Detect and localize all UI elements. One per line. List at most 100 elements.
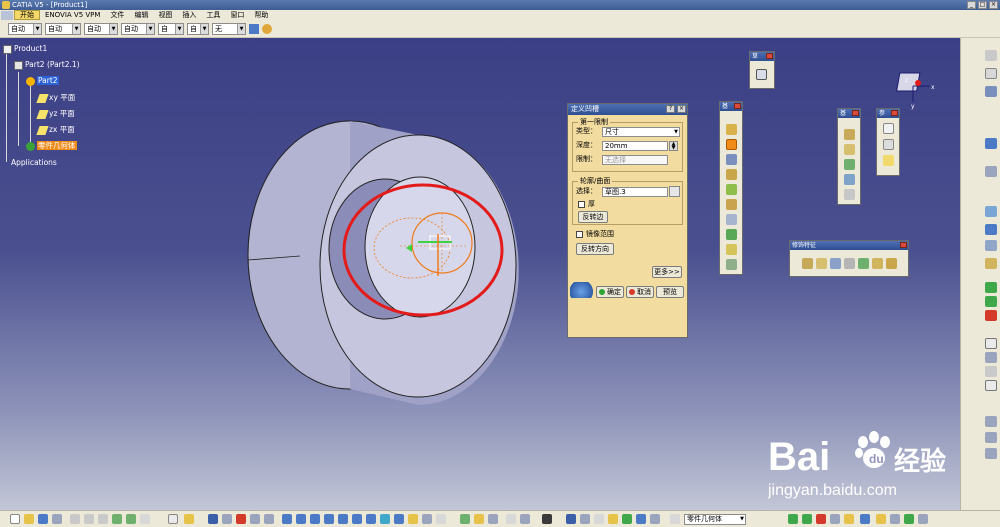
cancel-button[interactable]: 取消 [626, 286, 654, 298]
line-type-combo[interactable]: 自动 ▼ [121, 22, 155, 35]
close-icon[interactable] [734, 103, 741, 109]
chamfer-icon[interactable] [816, 258, 827, 269]
render-style-icon[interactable] [394, 514, 404, 524]
print-icon[interactable] [52, 514, 62, 524]
groove-icon[interactable] [726, 169, 737, 180]
catalog-icon[interactable] [985, 352, 997, 363]
copy-paste-icon[interactable] [566, 514, 576, 524]
mirrored-extent-checkbox[interactable] [576, 231, 583, 238]
menu-help[interactable]: 帮助 [249, 10, 273, 20]
define-work-object-icon[interactable] [650, 514, 660, 524]
symmetry-icon[interactable] [844, 159, 855, 170]
measure-icon[interactable] [985, 166, 997, 177]
minimize-button[interactable]: _ [967, 1, 976, 9]
tree-node-applications[interactable]: Applications [11, 158, 57, 168]
annotations-icon[interactable] [918, 514, 928, 524]
fly-mode-icon[interactable] [282, 514, 292, 524]
mirror-icon[interactable] [844, 174, 855, 185]
remove-loft-icon[interactable] [726, 259, 737, 270]
table-icon[interactable] [985, 380, 997, 391]
visualization-icon[interactable] [594, 514, 604, 524]
menu-window[interactable]: 窗口 [225, 10, 249, 20]
3d-viewport[interactable]: z y x Product1 Part2 (Part2.1) Part2 xy … [0, 38, 960, 510]
ordered-set-icon[interactable] [816, 514, 826, 524]
close-button[interactable]: × [989, 1, 998, 9]
assemble-icon[interactable] [985, 296, 997, 307]
view-icon[interactable] [985, 86, 997, 97]
pad-icon[interactable] [726, 124, 737, 135]
redo-icon[interactable] [126, 514, 136, 524]
tree-expand-icon[interactable] [222, 514, 232, 524]
work-support-icon[interactable] [264, 514, 274, 524]
shaft-icon[interactable] [726, 154, 737, 165]
formula-fx-icon[interactable] [168, 514, 178, 524]
swap-visible-icon[interactable] [422, 514, 432, 524]
graphic-properties-icon[interactable] [262, 23, 272, 34]
hide-show-icon[interactable] [408, 514, 418, 524]
view-cube-icon[interactable] [380, 514, 390, 524]
geometrical-set-icon[interactable] [802, 514, 812, 524]
current-body-combo[interactable]: 零件几何体 ▼ [684, 514, 746, 525]
scan-icon[interactable] [636, 514, 646, 524]
new-icon[interactable] [10, 514, 20, 524]
boolean-icon[interactable] [985, 282, 997, 293]
depth-input[interactable]: 20mm [602, 141, 668, 151]
transparency-combo[interactable]: 自动 ▼ [45, 22, 81, 35]
maximize-button[interactable]: □ [978, 1, 987, 9]
pattern-icon[interactable] [844, 189, 855, 200]
menu-start[interactable]: 开始 [14, 10, 40, 20]
close-icon[interactable] [900, 242, 907, 248]
menu-file[interactable]: 文件 [105, 10, 129, 20]
slot-icon[interactable] [726, 214, 737, 225]
rule-icon[interactable] [985, 432, 997, 443]
limit-input[interactable]: 无选择 [602, 155, 668, 165]
menu-insert[interactable]: 插入 [177, 10, 201, 20]
line-icon[interactable] [883, 139, 894, 150]
instance-icon[interactable] [622, 514, 632, 524]
analysis-icon[interactable] [985, 206, 997, 217]
menu-edit[interactable]: 编辑 [129, 10, 153, 20]
tree-node-product[interactable]: Product1 [3, 44, 47, 54]
tree-node-body[interactable]: 零件几何体 [26, 141, 77, 151]
open-icon[interactable] [24, 514, 34, 524]
annotation-icon[interactable] [985, 258, 997, 269]
normal-view-icon[interactable] [366, 514, 376, 524]
tree-node-zx-plane[interactable]: zx 平面 [36, 125, 75, 135]
render-style-combo[interactable]: 自 ▼ [187, 22, 209, 35]
rib-icon[interactable] [726, 199, 737, 210]
plane-icon[interactable] [883, 155, 894, 166]
close-icon[interactable] [891, 110, 898, 116]
measure-inertia-icon[interactable] [488, 514, 498, 524]
translation-icon[interactable] [844, 129, 855, 140]
catia-app-icon[interactable] [2, 1, 10, 9]
snap-icon[interactable] [236, 514, 246, 524]
pan-icon[interactable] [310, 514, 320, 524]
script-icon[interactable] [506, 514, 516, 524]
menu-enovia[interactable]: ENOVIA V5 VPM [40, 10, 105, 20]
shell-icon[interactable] [844, 258, 855, 269]
view-normal-icon[interactable] [860, 514, 870, 524]
point-icon[interactable] [883, 123, 894, 134]
menu-tools[interactable]: 工具 [201, 10, 225, 20]
thick-checkbox[interactable] [578, 201, 585, 208]
reverse-direction-button[interactable]: 反转方向 [576, 243, 614, 255]
grid-icon[interactable] [250, 514, 260, 524]
line-weight-combo[interactable]: 自动 ▼ [84, 22, 118, 35]
point-symbol-combo[interactable]: 自 ▼ [158, 22, 184, 35]
knowledge-icon[interactable] [985, 416, 997, 427]
preview-button[interactable]: 预览 [656, 286, 684, 298]
zoom-out-icon[interactable] [352, 514, 362, 524]
pocket-icon[interactable] [726, 139, 737, 150]
sketch-tools-icon[interactable] [580, 514, 590, 524]
fit-all-icon[interactable] [296, 514, 306, 524]
rotate-icon[interactable] [324, 514, 334, 524]
depth-spinner[interactable]: ▲ ▼ [669, 141, 678, 151]
design-table-icon[interactable] [876, 514, 886, 524]
sketch-icon[interactable] [756, 69, 767, 80]
select-arrow-icon[interactable] [985, 138, 997, 149]
update-icon[interactable] [208, 514, 218, 524]
sketch-edit-icon[interactable] [669, 186, 680, 197]
tree-node-xy-plane[interactable]: xy 平面 [36, 93, 75, 103]
edge-fillet-icon[interactable] [802, 258, 813, 269]
dialog-close-button[interactable]: × [677, 105, 686, 113]
